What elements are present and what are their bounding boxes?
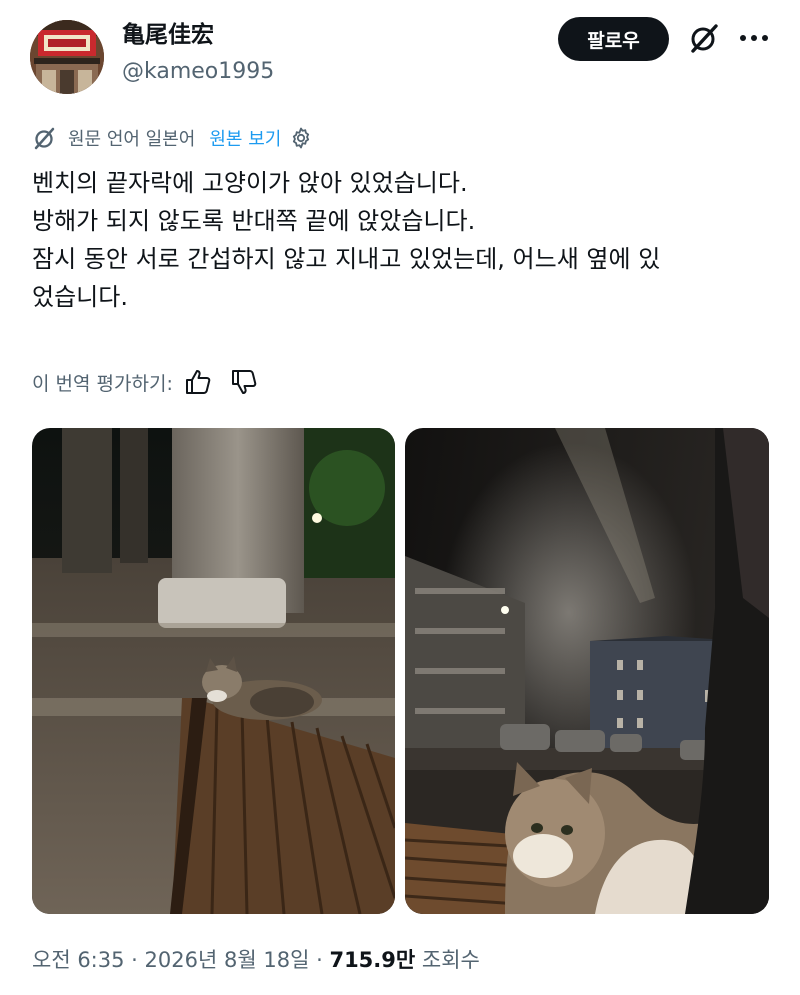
show-original-link[interactable]: 원본 보기 <box>209 125 281 151</box>
thumbs-down-icon[interactable] <box>229 367 259 397</box>
cat-closeup-night-photo[interactable] <box>405 428 769 914</box>
tweet-line: 방해가 되지 않도록 반대쪽 끝에 앉았습니다. <box>32 207 476 235</box>
author-handle[interactable]: @kameo1995 <box>122 58 274 86</box>
follow-button[interactable]: 팔로우 <box>558 17 669 61</box>
rate-translation: 이 번역 평가하기: <box>32 366 259 398</box>
tweet-line: 벤치의 끝자락에 고양이가 앉아 있었습니다. <box>32 169 468 197</box>
grok-icon[interactable] <box>686 20 722 56</box>
translate-slash-icon <box>34 127 55 150</box>
tweet-line: 었습니다. <box>32 283 128 311</box>
rate-translation-label: 이 번역 평가하기: <box>32 372 173 395</box>
meta-separator: · <box>131 948 138 972</box>
thumbs-up-icon[interactable] <box>183 367 213 397</box>
translation-bar: 원문 언어 일본어 원본 보기 <box>32 124 313 152</box>
tweet-text: 벤치의 끝자락에 고양이가 앉아 있었습니다. 방해가 되지 않도록 반대쪽 끝… <box>32 164 772 316</box>
cat-on-bench-night-photo[interactable] <box>32 428 395 914</box>
translation-source-language: 원문 언어 일본어 <box>68 129 196 150</box>
gear-icon[interactable] <box>289 126 313 150</box>
author-display-name[interactable]: 亀尾佳宏 <box>122 20 214 50</box>
tweet-meta: 오전 6:35 · 2026년 8월 18일 · 715.9만 조회수 <box>32 945 480 975</box>
tweet-line: 잠시 동안 서로 간섭하지 않고 지내고 있었는데, 어느새 옆에 있 <box>32 245 661 273</box>
meta-separator: · <box>316 948 323 972</box>
post-time[interactable]: 오전 6:35 <box>32 948 124 972</box>
views-label: 조회수 <box>421 948 480 972</box>
more-dots-icon[interactable] <box>734 20 774 56</box>
post-date[interactable]: 2026년 8월 18일 <box>145 948 310 972</box>
views-count[interactable]: 715.9만 <box>329 948 415 972</box>
author-avatar[interactable] <box>30 20 104 94</box>
